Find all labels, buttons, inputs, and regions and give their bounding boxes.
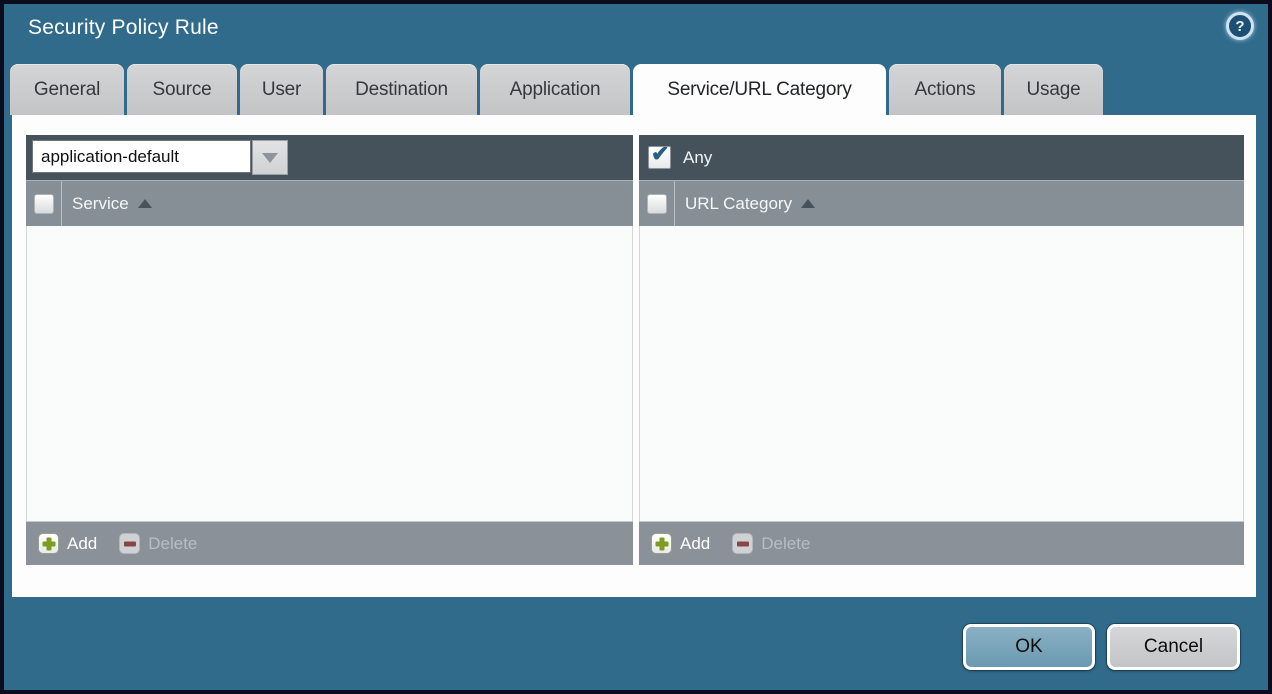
service-type-dropdown-button[interactable] [252, 140, 288, 175]
tab-strip: General Source User Destination Applicat… [10, 64, 1103, 115]
tab-actions[interactable]: Actions [889, 64, 1001, 115]
tab-destination[interactable]: Destination [326, 64, 477, 115]
sort-ascending-icon[interactable] [138, 199, 152, 208]
service-delete-button[interactable]: Delete [119, 533, 197, 554]
url-category-add-label: Add [680, 534, 710, 554]
url-category-column-label-wrap: URL Category [675, 181, 815, 226]
add-icon [651, 533, 672, 554]
url-category-add-button[interactable]: Add [651, 533, 710, 554]
tab-user[interactable]: User [240, 64, 323, 115]
service-list[interactable] [26, 226, 633, 521]
service-add-label: Add [67, 534, 97, 554]
service-panel: Service Add Delete [26, 135, 633, 565]
service-topbar [26, 135, 633, 180]
url-category-panel: ✔ Any URL Category Add [639, 135, 1244, 565]
url-category-delete-label: Delete [761, 534, 810, 554]
service-add-button[interactable]: Add [38, 533, 97, 554]
tab-content-sheet: Service Add Delete [12, 115, 1256, 597]
add-icon [38, 533, 59, 554]
service-column-label: Service [72, 194, 129, 214]
dialog-title: Security Policy Rule [28, 16, 219, 40]
any-label: Any [683, 148, 712, 168]
service-footer: Add Delete [26, 521, 633, 565]
url-category-list[interactable] [639, 226, 1244, 521]
service-column-label-wrap: Service [62, 181, 152, 226]
url-category-column-label: URL Category [685, 194, 792, 214]
url-category-select-all-cell [639, 181, 675, 226]
service-type-dropdown [32, 140, 288, 175]
service-type-input[interactable] [32, 140, 251, 173]
any-checkbox[interactable]: ✔ [648, 146, 671, 169]
service-select-all-checkbox[interactable] [34, 194, 54, 214]
service-column-header: Service [26, 180, 633, 226]
url-category-delete-button[interactable]: Delete [732, 533, 810, 554]
any-checkbox-row: ✔ Any [648, 146, 712, 169]
cancel-button[interactable]: Cancel [1107, 624, 1240, 670]
chevron-down-icon [262, 153, 278, 163]
checkmark-icon: ✔ [651, 141, 669, 167]
tab-source[interactable]: Source [127, 64, 237, 115]
tab-usage[interactable]: Usage [1004, 64, 1103, 115]
url-category-select-all-checkbox[interactable] [647, 194, 667, 214]
url-category-column-header: URL Category [639, 180, 1244, 226]
url-category-footer: Add Delete [639, 521, 1244, 565]
tab-service-url-category[interactable]: Service/URL Category [633, 64, 886, 115]
tab-general[interactable]: General [10, 64, 124, 115]
ok-button[interactable]: OK [963, 624, 1095, 670]
service-select-all-cell [26, 181, 62, 226]
help-icon[interactable]: ? [1226, 12, 1254, 40]
security-policy-rule-dialog: Security Policy Rule ? General Source Us… [0, 0, 1272, 694]
tab-application[interactable]: Application [480, 64, 630, 115]
service-delete-label: Delete [148, 534, 197, 554]
sort-ascending-icon[interactable] [801, 199, 815, 208]
delete-icon [119, 533, 140, 554]
delete-icon [732, 533, 753, 554]
url-category-topbar: ✔ Any [639, 135, 1244, 180]
